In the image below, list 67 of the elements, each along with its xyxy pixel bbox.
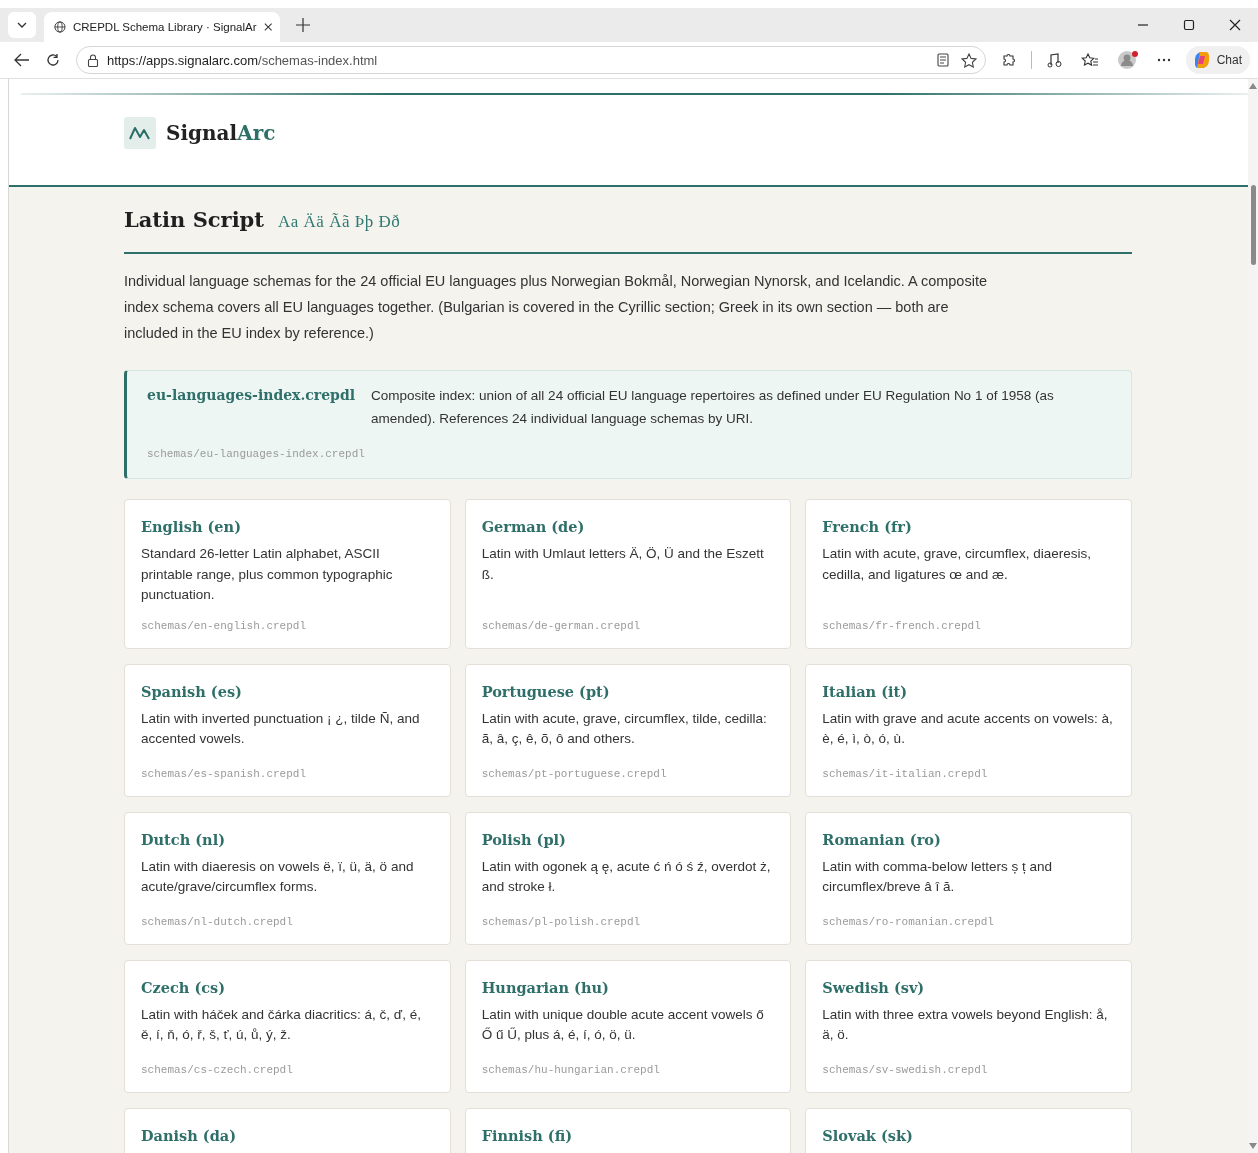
globe-icon [54, 20, 66, 34]
url-text: https://apps.signalarc.com/schemas-index.html [107, 52, 379, 68]
schema-title-link[interactable]: Slovak (sk) [822, 1126, 1115, 1144]
section-intro: Individual language schemas for the 24 official EU languages plus Norwegian Bokmål, Norwegian Nynorsk, and Icelandic. A composite index schema covers all EU languages together. (Bulgarian is covered in the Cyrillic section; Greek in its own section — both are included in the EU index by reference.) [124, 272, 988, 343]
favorite-star-icon[interactable] [960, 52, 977, 68]
more-icon[interactable] [1156, 58, 1171, 62]
reader-view-icon[interactable] [936, 53, 949, 67]
extensions-icon[interactable] [1000, 52, 1016, 68]
schema-title-link[interactable]: French (fr) [822, 518, 1115, 535]
schema-title-link[interactable]: Romanian (ro) [822, 830, 1115, 848]
schema-title-link[interactable]: Finnish (fi) [481, 1126, 775, 1144]
schema-description: Standard 26-letter Latin alphabet, ASCII printable range, plus common typographic punctuation. [141, 545, 394, 604]
schema-path: schemas/ro-romanian.crepdl [822, 915, 995, 928]
schema-path: schemas/es-spanish.crepdl [141, 767, 308, 780]
schema-description: Latin with ogonek ą ę, acute ć ń ó ś ź, overdot ż, and stroke ł. [481, 857, 772, 896]
close-icon[interactable] [1229, 19, 1241, 31]
schema-path: schemas/en-english.crepdl [141, 619, 308, 632]
schema-path: schemas/it-italian.crepdl [822, 767, 989, 780]
reload-icon[interactable] [46, 53, 60, 67]
schema-description: Latin with diaeresis on vowels ë, ï, ü, ä, ö and acute/grave/circumflex forms. [141, 857, 415, 896]
schema-title-link[interactable]: Italian (it) [822, 682, 1115, 700]
back-icon[interactable] [14, 53, 30, 67]
profile-avatar-icon[interactable] [1116, 50, 1139, 70]
schema-description: Latin with inverted punctuation ¡ ¿, tilde Ñ, and accented vowels. [141, 709, 421, 748]
logo-icon[interactable] [124, 117, 156, 149]
scroll-up-icon[interactable] [1249, 83, 1257, 89]
schema-path: schemas/de-german.crepdl [481, 619, 642, 632]
schema-path: schemas/hu-hungarian.crepdl [481, 1063, 661, 1076]
schema-title-link[interactable]: Dutch (nl) [141, 830, 434, 848]
schema-title-link[interactable]: Spanish (es) [141, 682, 434, 700]
schema-description: Latin with grave and acute accents on vowels: à, è, é, ì, ò, ó, ù. [822, 709, 1114, 748]
schema-title-link[interactable]: Swedish (sv) [822, 978, 1115, 996]
schema-description: Latin with háček and čárka diacritics: á, č, ď, é, ě, í, ň, ó, ř, š, ť, ú, ů, ý, ž. [141, 1005, 422, 1044]
close-icon[interactable] [263, 22, 272, 32]
schema-title-link[interactable]: English (en) [141, 518, 434, 535]
schema-path: schemas/nl-dutch.crepdl [141, 915, 294, 928]
schema-path: schemas/cs-czech.crepdl [141, 1063, 294, 1076]
scroll-down-icon[interactable] [1249, 1143, 1257, 1149]
schema-link[interactable]: eu-languages-index.crepdl [147, 387, 355, 403]
chat-button[interactable]: Chat [1185, 46, 1250, 74]
schema-path: schemas/pl-polish.crepdl [481, 915, 642, 928]
favorites-icon[interactable] [1080, 52, 1099, 68]
schema-title-link[interactable]: Polish (pl) [481, 830, 775, 848]
schema-description: Latin with acute, grave, circumflex, tilde, cedilla: ã, â, ç, ê, õ, ô and others. [481, 709, 768, 748]
schema-path: schemas/sv-swedish.crepdl [822, 1063, 989, 1076]
letter-sample: Aa Ää Ãã Þþ Ðð [278, 212, 401, 232]
schema-path: schemas/eu-languages-index.crepdl [147, 448, 366, 460]
schema-path: schemas/fr-french.crepdl [822, 619, 982, 632]
schema-title-link[interactable]: Danish (da) [141, 1126, 434, 1144]
schema-description: Latin with acute, grave, circumflex, diaeresis, cedilla, and ligatures œ and æ. [822, 545, 1092, 584]
schema-title-link[interactable]: Hungarian (hu) [481, 978, 775, 996]
schema-description: Latin with three extra vowels beyond English: å, ä, ö. [822, 1005, 1109, 1044]
browser-tab[interactable]: CREPDL Schema Library · SignalAr [44, 12, 280, 42]
music-note-icon[interactable] [1046, 52, 1063, 68]
new-tab-icon[interactable] [296, 18, 310, 32]
schema-path: schemas/pt-portuguese.crepdl [481, 767, 668, 780]
schema-title-link[interactable]: German (de) [481, 518, 775, 535]
schema-title-link[interactable]: Portuguese (pt) [481, 682, 775, 700]
site-logo-text[interactable]: SignalArc [166, 121, 276, 145]
schema-description: Latin with comma-below letters ș ț and circumflex/breve â î ă. [822, 857, 1053, 896]
maximize-icon[interactable] [1183, 19, 1195, 31]
schema-description: Latin with unique double acute accent vowels ő Ő ű Ű, plus á, é, í, ó, ö, ü. [481, 1005, 765, 1044]
lock-icon [87, 53, 99, 67]
schema-description: Composite index: union of all 24 official EU language repertoires as defined under EU Regulation No 1 of 1958 (as amended). References 24 individual language schemas by URI. [371, 387, 1055, 428]
section-title: Latin Script [124, 207, 264, 232]
schema-description: Latin with Umlaut letters Ä, Ö, Ü and the Eszett ß. [481, 545, 765, 584]
schema-title-link[interactable]: Czech (cs) [141, 978, 434, 996]
